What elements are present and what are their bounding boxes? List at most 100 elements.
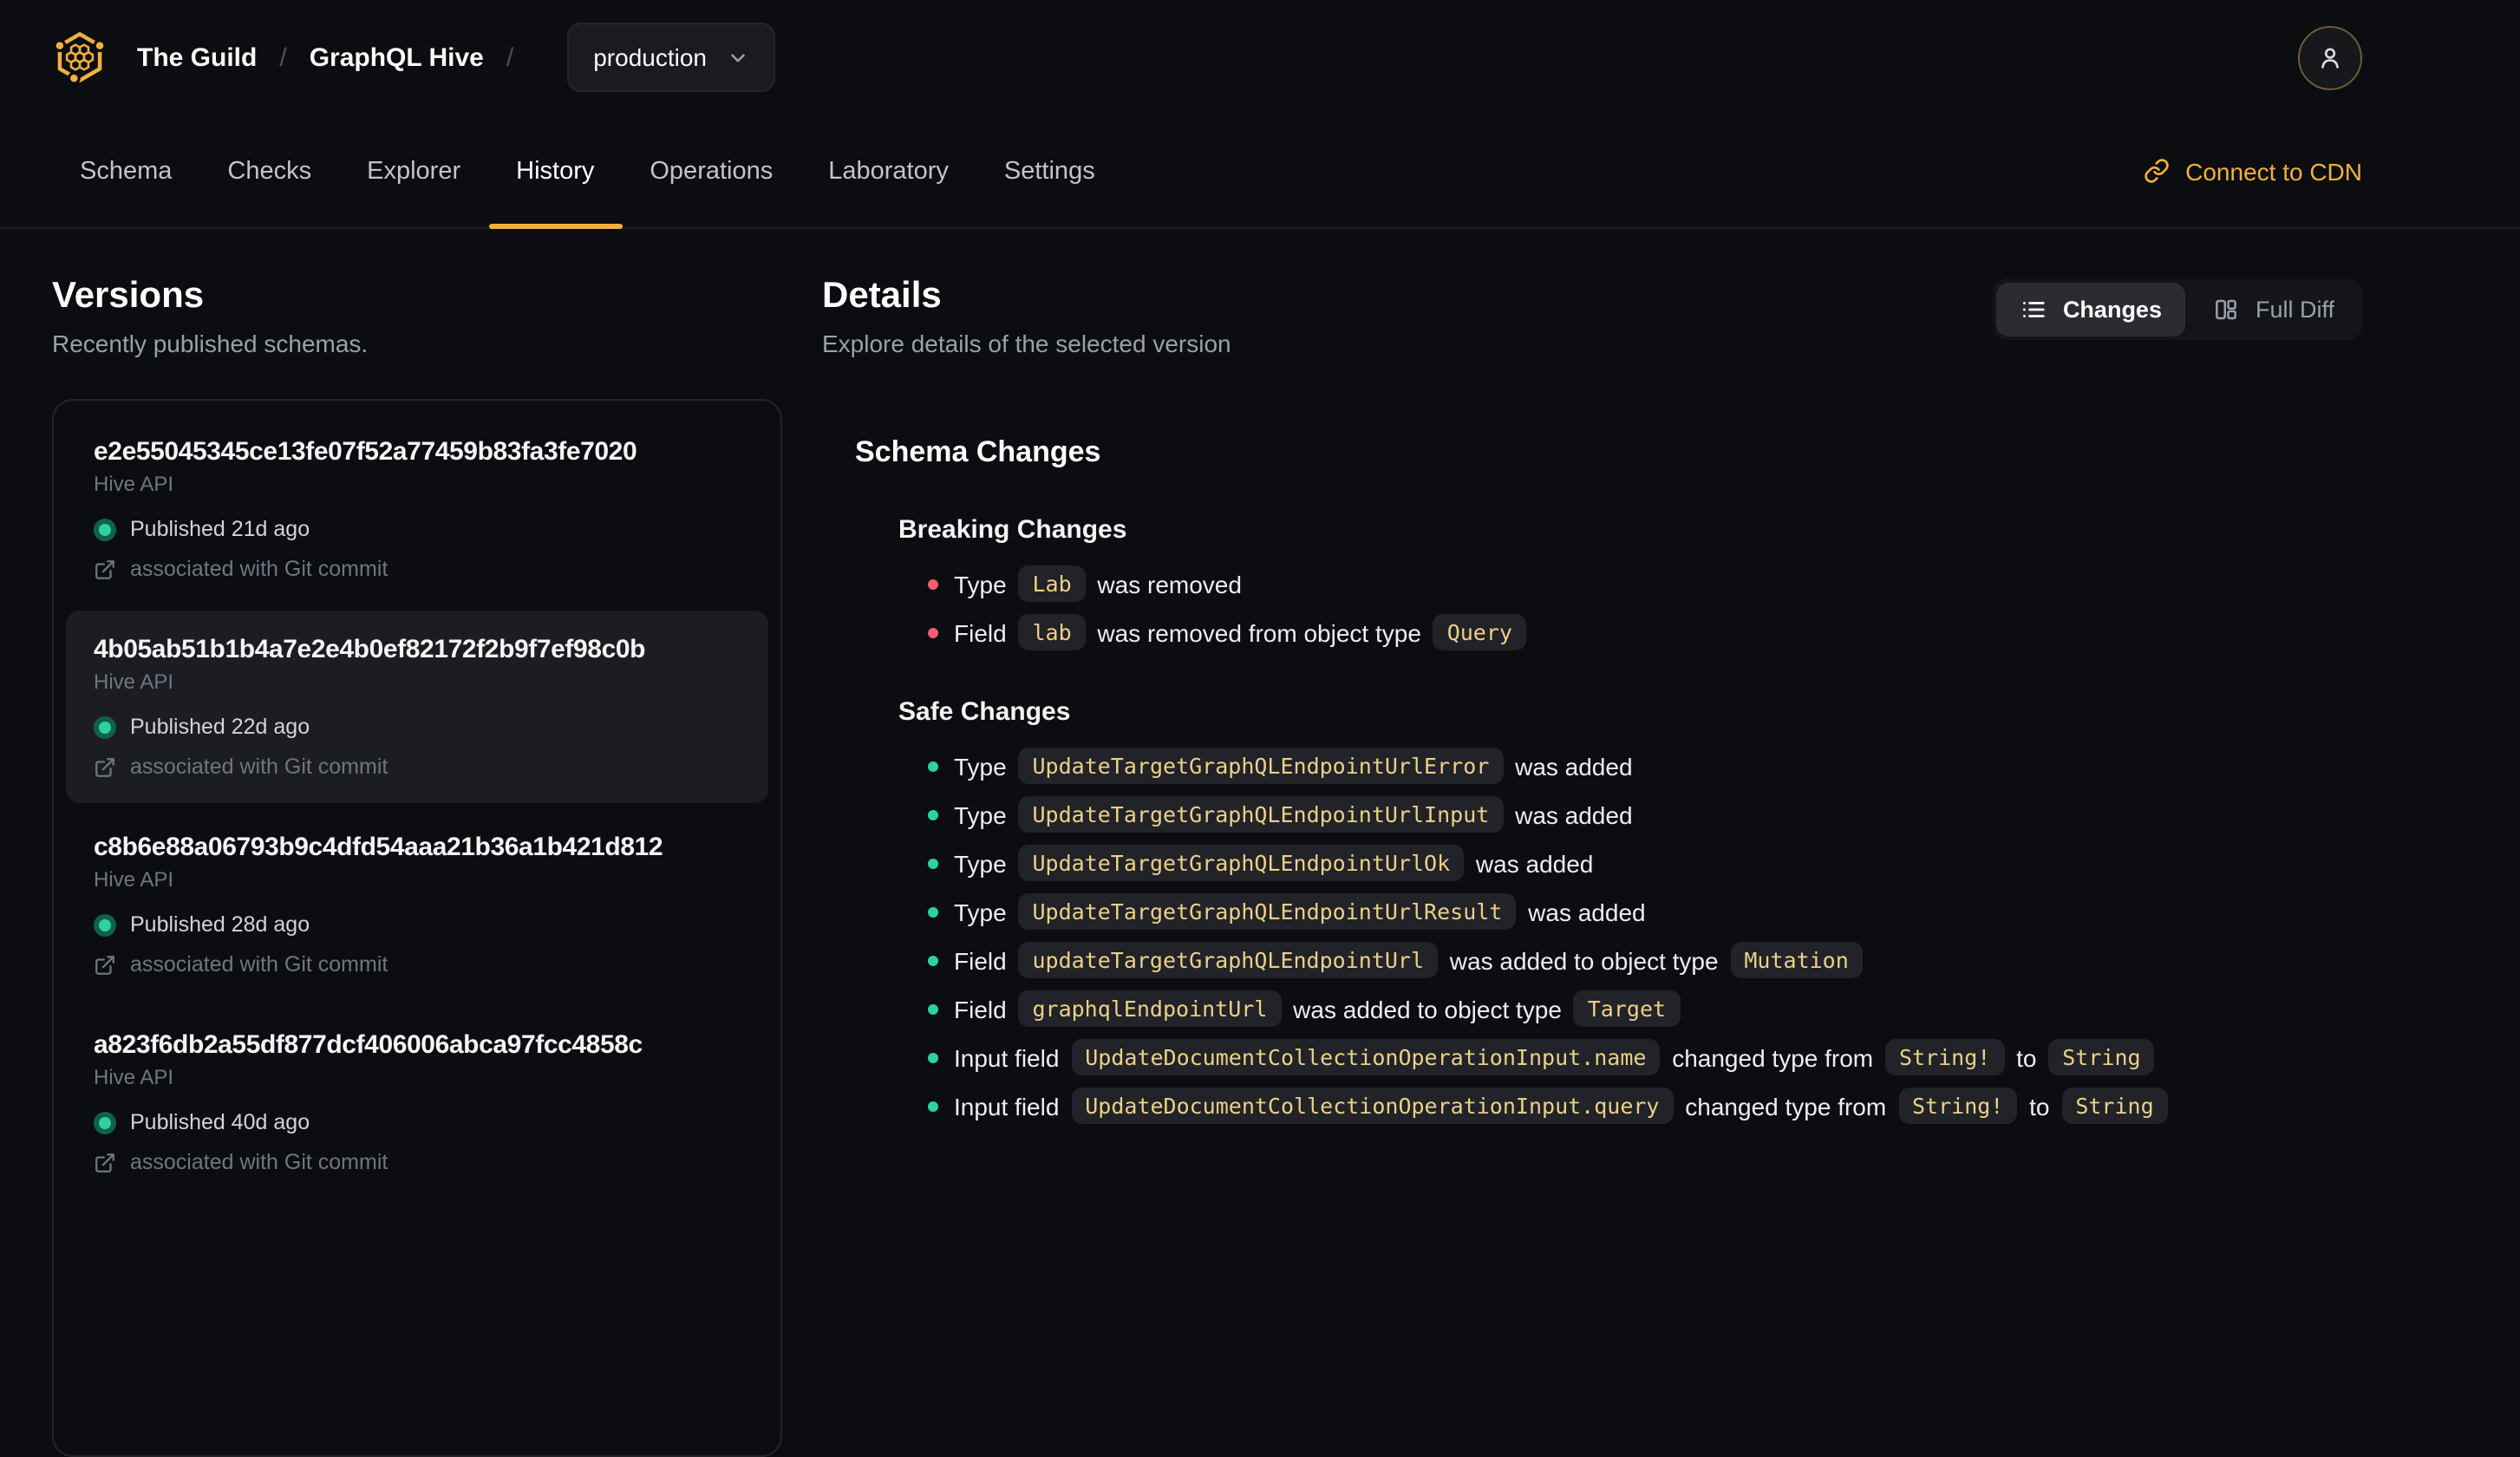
breadcrumb-separator: / (279, 42, 287, 72)
tab-schema[interactable]: Schema (52, 114, 199, 227)
tab-explorer[interactable]: Explorer (339, 114, 488, 227)
version-hash: e2e55045345ce13fe07f52a77459b83fa3fe7020 (94, 437, 637, 467)
versions-list: e2e55045345ce13fe07f52a77459b83fa3fe7020… (52, 399, 782, 1457)
code-badge: Target (1573, 990, 1681, 1027)
changes-toggle-button[interactable]: Changes (1996, 283, 2186, 336)
version-status-row: Published 40d ago (94, 1110, 741, 1134)
change-item: Field updateTargetGraphQLEndpointUrl was… (898, 942, 2362, 980)
version-status-row: Published 28d ago (94, 912, 741, 937)
details-header: Details Explore details of the selected … (822, 276, 2362, 357)
safe-bullet-dot (928, 1101, 938, 1112)
app-root: The Guild / GraphQL Hive / production Sc… (0, 0, 2520, 1457)
version-status-row: Published 21d ago (94, 517, 741, 541)
tab-operations[interactable]: Operations (622, 114, 800, 227)
code-badge: String (2061, 1088, 2168, 1124)
version-list-item[interactable]: 4b05ab51b1b4a7e2e4b0ef82172f2b9f7ef98c0b… (66, 611, 768, 803)
change-item: Type UpdateTargetGraphQLEndpointUrlOk wa… (898, 845, 2362, 883)
details-subtitle: Explore details of the selected version (822, 330, 1231, 357)
external-link-icon (95, 757, 114, 776)
target-selector-dropdown[interactable]: production (567, 23, 774, 92)
tab-laboratory[interactable]: Laboratory (800, 114, 976, 227)
connect-to-cdn-label: Connect to CDN (2185, 157, 2362, 185)
columns-icon (2216, 299, 2237, 320)
full-diff-toggle-label: Full Diff (2255, 297, 2334, 323)
safe-bullet-dot (928, 810, 938, 820)
code-badge: UpdateDocumentCollectionOperationInput.q… (1071, 1088, 1674, 1124)
code-badge: UpdateTargetGraphQLEndpointUrlResult (1018, 893, 1517, 930)
version-status-row: Published 22d ago (94, 715, 741, 739)
external-link-icon (95, 955, 114, 974)
published-status-label: Published 21d ago (130, 517, 310, 541)
code-badge: Lab (1018, 565, 1086, 602)
code-badge: graphqlEndpointUrl (1018, 990, 1282, 1027)
safe-bullet-dot (928, 1004, 938, 1015)
nav-tab-label: Schema (80, 157, 173, 185)
details-panel: Details Explore details of the selected … (782, 229, 2362, 1457)
change-list: Type Lab was removed Field lab was remove… (898, 565, 2362, 652)
breadcrumb-project[interactable]: GraphQL Hive (310, 42, 484, 72)
code-badge: UpdateTargetGraphQLEndpointUrlError (1018, 748, 1504, 784)
code-badge: UpdateTargetGraphQLEndpointUrlOk (1018, 845, 1465, 881)
tab-checks[interactable]: Checks (199, 114, 339, 227)
code-badge: String (2048, 1039, 2155, 1075)
code-badge: String! (1898, 1088, 2018, 1124)
change-group: Safe Changes Type UpdateTargetGraphQLEnd… (898, 697, 2362, 1126)
target-selector-value: production (593, 43, 707, 71)
code-badge: lab (1018, 614, 1086, 650)
full-diff-toggle-button[interactable]: Full Diff (2190, 283, 2359, 336)
breaking-bullet-dot (928, 579, 938, 590)
published-status-label: Published 28d ago (130, 912, 310, 937)
nav-tab-label: Explorer (367, 157, 461, 185)
versions-header: Versions Recently published schemas. (52, 276, 782, 357)
versions-subtitle: Recently published schemas. (52, 330, 369, 357)
published-status-dot (94, 1111, 116, 1134)
nav-tab-label: Checks (227, 157, 312, 185)
user-avatar-button[interactable] (2298, 25, 2362, 89)
code-badge: Mutation (1730, 942, 1863, 978)
tab-history[interactable]: History (488, 114, 623, 229)
published-status-dot (94, 518, 116, 540)
external-link-icon (95, 1153, 114, 1172)
nav-tab-label: Settings (1003, 157, 1095, 185)
nav-tab-label: History (516, 157, 595, 185)
git-commit-link[interactable]: associated with Git commit (94, 755, 741, 779)
hive-logo-icon[interactable] (52, 29, 108, 85)
published-status-dot (94, 913, 116, 936)
view-toggle-group: Changes Full Diff (1993, 279, 2362, 340)
version-list-item[interactable]: a823f6db2a55df877dcf406006abca97fcc4858c… (66, 1006, 768, 1199)
git-commit-link[interactable]: associated with Git commit (94, 952, 741, 977)
change-group-title: Safe Changes (898, 697, 1071, 727)
code-badge: updateTargetGraphQLEndpointUrl (1018, 942, 1439, 978)
code-badge: UpdateTargetGraphQLEndpointUrlInput (1018, 796, 1504, 833)
git-commit-link[interactable]: associated with Git commit (94, 557, 741, 581)
code-badge: Query (1433, 614, 1526, 650)
breadcrumb-org[interactable]: The Guild (137, 42, 257, 72)
link-icon (2145, 159, 2169, 183)
git-commit-label: associated with Git commit (130, 557, 388, 581)
code-badge: String! (1884, 1039, 2005, 1075)
tab-settings[interactable]: Settings (976, 114, 1123, 227)
version-hash: a823f6db2a55df877dcf406006abca97fcc4858c (94, 1030, 643, 1060)
version-list-item[interactable]: e2e55045345ce13fe07f52a77459b83fa3fe7020… (66, 413, 768, 605)
details-header-text: Details Explore details of the selected … (822, 276, 1231, 357)
header: The Guild / GraphQL Hive / production (0, 0, 2520, 114)
published-status-dot (94, 715, 116, 738)
versions-title: Versions (52, 276, 205, 316)
git-commit-link[interactable]: associated with Git commit (94, 1150, 741, 1174)
schema-changes-body: Breaking Changes Type Lab was removed Fie… (822, 515, 2362, 1126)
change-item: Type Lab was removed (898, 565, 2362, 604)
external-link-icon (95, 559, 114, 578)
details-title: Details (822, 276, 942, 316)
change-item: Field lab was removed from object type Q… (898, 614, 2362, 652)
version-list-item[interactable]: c8b6e88a06793b9c4dfd54aaa21b36a1b421d812… (66, 808, 768, 1001)
version-hash: 4b05ab51b1b4a7e2e4b0ef82172f2b9f7ef98c0b (94, 635, 646, 664)
nav-tab-label: Laboratory (828, 157, 949, 185)
git-commit-label: associated with Git commit (130, 1150, 388, 1174)
published-status-label: Published 22d ago (130, 715, 310, 739)
connect-to-cdn-link[interactable]: Connect to CDN (2144, 157, 2362, 185)
git-commit-label: associated with Git commit (130, 952, 388, 977)
user-icon (2321, 47, 2339, 68)
safe-bullet-dot (928, 1053, 938, 1063)
change-item: Input field UpdateDocumentCollectionOper… (898, 1039, 2362, 1077)
change-item: Input field UpdateDocumentCollectionOper… (898, 1088, 2362, 1126)
